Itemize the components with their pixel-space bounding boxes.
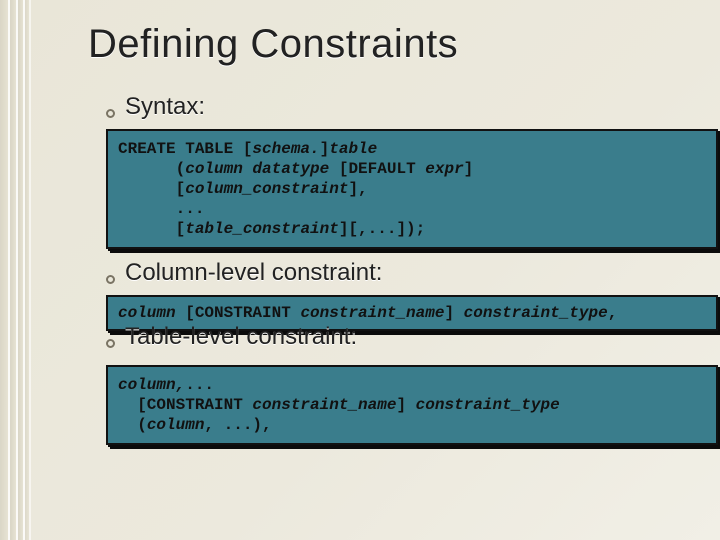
bullet-syntax-label: Syntax:: [125, 93, 205, 121]
bullet-table-level-label: Table-level constraint:: [125, 323, 357, 351]
code-italic: constraint_type: [416, 396, 560, 414]
bullet-table-level: Table-level constraint:: [106, 323, 700, 351]
code-text: [CONSTRAINT: [176, 304, 301, 322]
code-text: ]: [320, 140, 330, 158]
bullet-ring-icon: [106, 109, 115, 118]
slide-body: Defining Constraints Syntax: CREATE TABL…: [48, 10, 700, 530]
code-text: ]: [396, 396, 415, 414]
bullet-column-level-label: Column-level constraint:: [125, 259, 382, 287]
slide-binding-decoration: [0, 0, 36, 540]
code-italic: table_constraint: [185, 220, 339, 238]
code-italic: constraint_type: [464, 304, 608, 322]
bullet-syntax: Syntax:: [106, 93, 700, 121]
code-text: [CONSTRAINT: [118, 396, 252, 414]
bullet-list: Syntax: CREATE TABLE [schema.]table (col…: [106, 93, 700, 445]
slide-title: Defining Constraints: [88, 22, 700, 67]
code-italic: column: [147, 416, 205, 434]
code-italic: column: [118, 304, 176, 322]
code-italic: table: [329, 140, 377, 158]
code-text: ]: [464, 160, 474, 178]
bullet-column-level: Column-level constraint:: [106, 259, 700, 287]
code-text: , ...),: [204, 416, 271, 434]
code-text: ][,...]);: [339, 220, 425, 238]
code-text: ...: [185, 376, 214, 394]
code-text: ],: [348, 180, 367, 198]
code-italic: column_constraint: [185, 180, 348, 198]
code-block-table-constraint: column,... [CONSTRAINT constraint_name] …: [106, 365, 718, 445]
code-text: (: [118, 160, 185, 178]
code-text: [: [118, 180, 185, 198]
code-text: CREATE TABLE [: [118, 140, 252, 158]
code-italic: constraint_name: [252, 396, 396, 414]
code-block-create-table: CREATE TABLE [schema.]table (column data…: [106, 129, 718, 249]
code-italic: expr: [425, 160, 463, 178]
code-text: ]: [444, 304, 463, 322]
bullet-ring-icon: [106, 275, 115, 284]
code-italic: constraint_name: [300, 304, 444, 322]
code-italic: column datatype: [185, 160, 329, 178]
code-text: ...: [118, 200, 204, 218]
code-text: (: [118, 416, 147, 434]
code-italic: column,: [118, 376, 185, 394]
code-text: ,: [608, 304, 618, 322]
code-italic: schema.: [252, 140, 319, 158]
code-text: [: [118, 220, 185, 238]
bullet-ring-icon: [106, 339, 115, 348]
code-text: [DEFAULT: [329, 160, 425, 178]
